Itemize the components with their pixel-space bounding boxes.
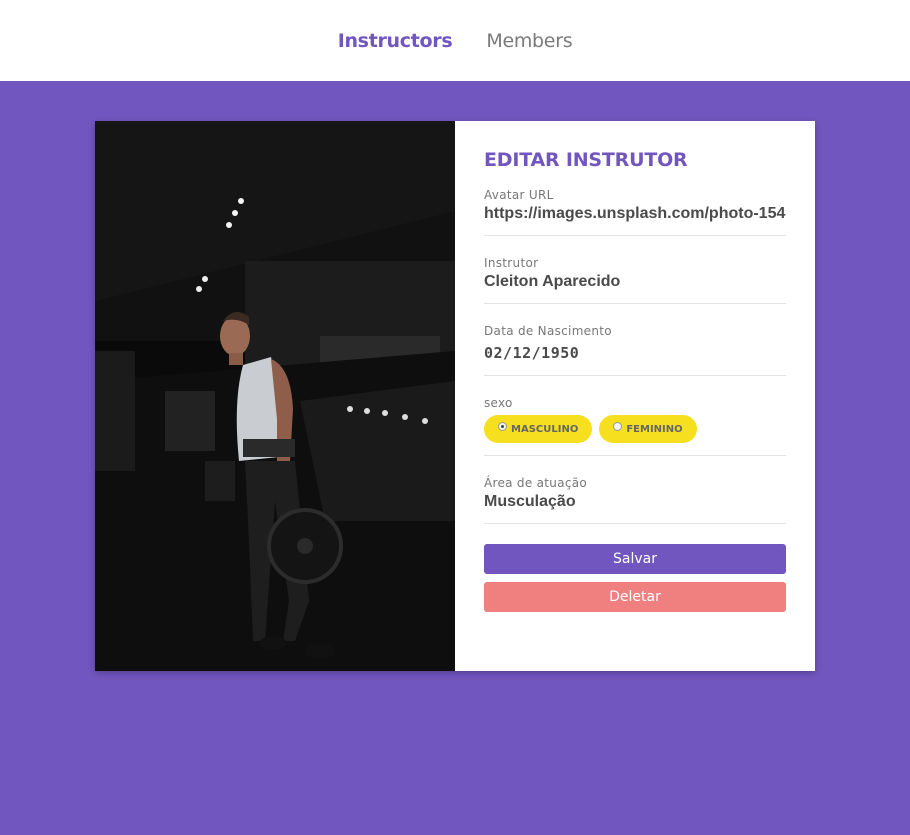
area-field: Área de atuação <box>484 476 786 524</box>
area-label: Área de atuação <box>484 476 588 490</box>
avatar-url-field: Avatar URL <box>484 188 786 236</box>
birth-date-input[interactable] <box>484 344 786 362</box>
nav-link-members[interactable]: Members <box>486 30 572 52</box>
instructor-name-input[interactable] <box>484 273 786 291</box>
instructor-avatar-image <box>95 121 455 671</box>
birth-date-field: Data de Nascimento <box>484 324 786 376</box>
radio-unchecked-icon[interactable] <box>613 421 623 431</box>
birth-date-label: Data de Nascimento <box>484 324 612 338</box>
gender-option-label: FEMININO <box>626 423 683 435</box>
gender-field: sexo MASCULINO FEMININO <box>484 396 786 456</box>
area-input[interactable] <box>484 493 786 511</box>
gender-option-feminino[interactable]: FEMININO <box>599 415 697 443</box>
instructor-card: EDITAR INSTRUTOR Avatar URL Instrutor Da… <box>95 121 815 671</box>
edit-instructor-form: EDITAR INSTRUTOR Avatar URL Instrutor Da… <box>455 121 815 671</box>
avatar-url-label: Avatar URL <box>484 188 554 202</box>
avatar-url-input[interactable] <box>484 205 786 223</box>
form-title: EDITAR INSTRUTOR <box>484 149 688 171</box>
instructor-name-label: Instrutor <box>484 256 539 270</box>
gender-radio-group: MASCULINO FEMININO <box>484 415 786 443</box>
gender-option-masculino[interactable]: MASCULINO <box>484 415 593 443</box>
save-button[interactable]: Salvar <box>484 544 786 574</box>
main-nav: Instructors Members <box>338 30 573 52</box>
delete-button[interactable]: Deletar <box>484 582 786 612</box>
gender-option-label: MASCULINO <box>511 423 579 435</box>
nav-link-instructors[interactable]: Instructors <box>338 30 453 52</box>
gender-label: sexo <box>484 396 513 410</box>
instructor-name-field: Instrutor <box>484 256 786 304</box>
radio-checked-icon[interactable] <box>498 421 507 431</box>
top-navigation-bar: Instructors Members <box>0 0 910 81</box>
